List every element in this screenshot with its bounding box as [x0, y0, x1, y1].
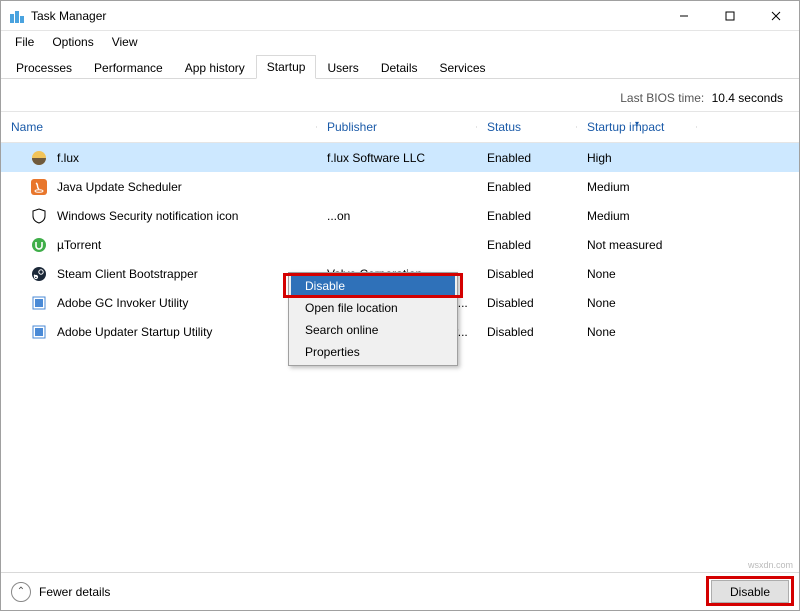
- menu-options[interactable]: Options: [44, 33, 101, 51]
- col-publisher[interactable]: Publisher: [317, 120, 477, 134]
- row-status: Disabled: [477, 267, 577, 281]
- row-status: Disabled: [477, 296, 577, 310]
- row-status: Enabled: [477, 238, 577, 252]
- disable-button[interactable]: Disable: [711, 580, 789, 603]
- context-properties[interactable]: Properties: [291, 341, 455, 363]
- row-name: f.lux: [57, 151, 79, 165]
- maximize-button[interactable]: [707, 1, 753, 31]
- bios-label: Last BIOS time:: [620, 91, 704, 105]
- col-name[interactable]: Name: [1, 120, 317, 134]
- tab-processes[interactable]: Processes: [5, 56, 83, 79]
- tab-app-history[interactable]: App history: [174, 56, 256, 79]
- context-menu: Disable Open file location Search online…: [288, 272, 458, 366]
- bios-time-line: Last BIOS time: 10.4 seconds: [1, 79, 799, 111]
- fewer-details-label: Fewer details: [39, 585, 110, 599]
- tab-users[interactable]: Users: [316, 56, 369, 79]
- utorrent-icon: [31, 237, 47, 253]
- bios-value: 10.4 seconds: [712, 91, 783, 105]
- table-row[interactable]: Java Update Scheduler Enabled Medium: [1, 172, 799, 201]
- context-open-location[interactable]: Open file location: [291, 297, 455, 319]
- table-row[interactable]: µTorrent Enabled Not measured: [1, 230, 799, 259]
- titlebar: Task Manager: [1, 1, 799, 31]
- row-status: Enabled: [477, 180, 577, 194]
- row-publisher: f.lux Software LLC: [317, 151, 477, 165]
- shield-icon: [31, 208, 47, 224]
- row-name: Windows Security notification icon: [57, 209, 238, 223]
- watermark: wsxdn.com: [748, 560, 793, 570]
- tab-services[interactable]: Services: [429, 56, 497, 79]
- col-status[interactable]: Status: [477, 120, 577, 134]
- context-disable[interactable]: Disable: [291, 275, 455, 297]
- row-impact: Medium: [577, 180, 717, 194]
- row-name: Adobe Updater Startup Utility: [57, 325, 212, 339]
- row-impact: None: [577, 267, 717, 281]
- minimize-button[interactable]: [661, 1, 707, 31]
- col-impact[interactable]: ▾ Startup impact: [577, 120, 697, 134]
- row-name: Adobe GC Invoker Utility: [57, 296, 188, 310]
- steam-icon: [31, 266, 47, 282]
- menu-view[interactable]: View: [104, 33, 146, 51]
- row-impact: Not measured: [577, 238, 717, 252]
- content-area: Last BIOS time: 10.4 seconds Name Publis…: [1, 79, 799, 346]
- column-headers: Name Publisher Status ▾ Startup impact: [1, 111, 799, 143]
- row-impact: Medium: [577, 209, 717, 223]
- window-title: Task Manager: [31, 9, 661, 23]
- adobe-icon: [31, 324, 47, 340]
- table-row[interactable]: Windows Security notification icon ...on…: [1, 201, 799, 230]
- footer: ⌃ Fewer details Disable: [1, 572, 799, 610]
- row-impact: None: [577, 296, 717, 310]
- row-status: Enabled: [477, 209, 577, 223]
- row-impact: High: [577, 151, 717, 165]
- menubar: File Options View: [1, 31, 799, 53]
- flux-icon: [31, 150, 47, 166]
- row-impact: None: [577, 325, 717, 339]
- menu-file[interactable]: File: [7, 33, 42, 51]
- row-name: Steam Client Bootstrapper: [57, 267, 198, 281]
- fewer-details-button[interactable]: ⌃ Fewer details: [11, 582, 110, 602]
- context-search-online[interactable]: Search online: [291, 319, 455, 341]
- close-button[interactable]: [753, 1, 799, 31]
- row-status: Enabled: [477, 151, 577, 165]
- table-row[interactable]: f.lux f.lux Software LLC Enabled High: [1, 143, 799, 172]
- adobe-icon: [31, 295, 47, 311]
- row-publisher: ...on: [317, 209, 477, 223]
- window-buttons: [661, 1, 799, 31]
- chevron-up-icon: ⌃: [11, 582, 31, 602]
- row-status: Disabled: [477, 325, 577, 339]
- tab-details[interactable]: Details: [370, 56, 429, 79]
- row-name: µTorrent: [57, 238, 101, 252]
- java-icon: [31, 179, 47, 195]
- tab-startup[interactable]: Startup: [256, 55, 317, 79]
- tabstrip: Processes Performance App history Startu…: [1, 53, 799, 79]
- app-icon: [9, 8, 25, 24]
- tab-performance[interactable]: Performance: [83, 56, 174, 79]
- row-name: Java Update Scheduler: [57, 180, 182, 194]
- sort-indicator-icon: ▾: [635, 119, 639, 128]
